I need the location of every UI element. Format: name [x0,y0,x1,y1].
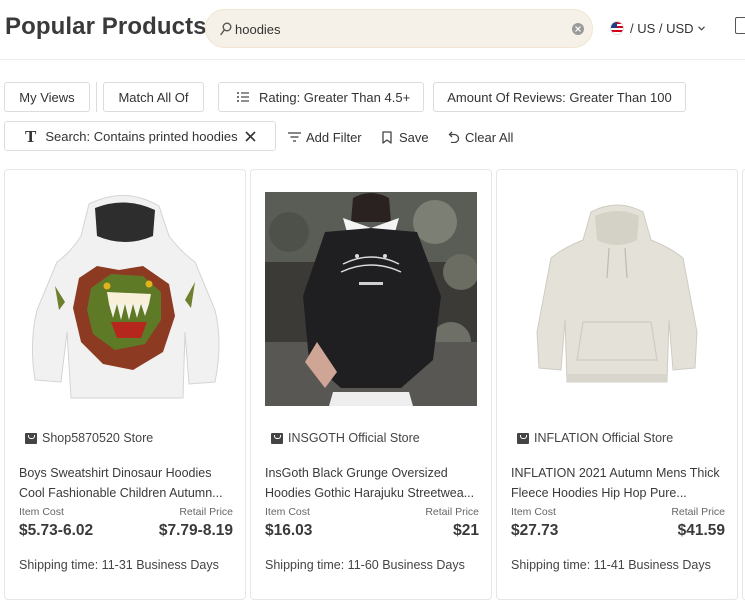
search-filter-label: Search: Contains printed hoodies [45,128,238,144]
add-filter-button[interactable]: Add Filter [288,128,362,146]
list-icon [237,92,249,102]
store-link[interactable]: INFLATION Official Store [517,430,673,446]
product-card[interactable]: INSGOTH Official Store InsGoth Black Gru… [250,169,492,600]
item-cost-label: Item Cost [19,506,64,518]
retail-price-label: Retail Price [671,506,725,518]
product-title-line2: Cool Fashionable Children Autumn... [19,486,223,500]
product-card[interactable]: INFLATION Official Store INFLATION 2021 … [496,169,738,600]
close-icon[interactable] [245,130,256,142]
store-name: INFLATION Official Store [534,431,674,445]
retail-price-label: Retail Price [179,506,233,518]
add-filter-label: Add Filter [306,129,362,145]
product-title[interactable]: Boys Sweatshirt Dinosaur Hoodies Cool Fa… [19,463,233,503]
rating-filter-label: Rating: Greater Than 4.5+ [259,89,411,105]
save-label: Save [399,129,429,145]
item-cost-label: Item Cost [265,506,310,518]
clear-all-label: Clear All [465,129,514,145]
product-title[interactable]: INFLATION 2021 Autumn Mens Thick Fleece … [511,463,725,503]
product-title-line2: Hoodies Gothic Harajuku Streetwea... [265,486,475,500]
divider [96,82,97,112]
clear-all-button[interactable]: Clear All [446,128,513,146]
filter-icon [288,132,301,142]
search-bar[interactable] [205,9,593,48]
text-type-icon: T [25,126,37,146]
product-card[interactable]: Shop5870520 Store Boys Sweatshirt Dinosa… [4,169,246,600]
product-title-line2: Fleece Hoodies Hip Hop Pure... [511,486,687,500]
product-title-line1: InsGoth Black Grunge Oversized [265,466,448,480]
store-name: INSGOTH Official Store [288,431,420,445]
product-image[interactable] [265,192,477,406]
region-label: / US / USD [630,20,694,36]
product-image[interactable] [511,192,723,406]
price-row: Item Cost Retail Price $5.73-6.02 $7.79-… [19,506,233,546]
store-name: Shop5870520 Store [42,431,154,445]
clear-search-icon[interactable] [572,23,584,35]
search-input[interactable] [235,18,555,40]
reviews-filter-label: Amount Of Reviews: Greater Than 100 [447,89,672,105]
item-cost-value: $16.03 [265,522,313,539]
product-title[interactable]: InsGoth Black Grunge Oversized Hoodies G… [265,463,479,503]
bookmark-icon [382,130,392,144]
document-icon[interactable] [735,17,745,34]
item-cost-label: Item Cost [511,506,556,518]
store-icon [517,432,529,444]
my-views-label: My Views [19,89,75,105]
rating-filter-chip[interactable]: Rating: Greater Than 4.5+ [218,82,424,112]
price-row: Item Cost Retail Price $27.73 $41.59 [511,506,725,546]
shipping-time: Shipping time: 11-41 Business Days [511,558,711,572]
retail-price-value: $21 [453,522,479,539]
my-views-button[interactable]: My Views [4,82,90,112]
store-icon [25,432,37,444]
top-header: Popular Products / US / USD [0,0,745,60]
product-image[interactable] [19,192,231,406]
retail-price-value: $41.59 [677,522,725,539]
page-title: Popular Products [5,13,207,40]
search-filter-chip[interactable]: T Search: Contains printed hoodies [4,121,276,151]
shipping-time: Shipping time: 11-60 Business Days [265,558,465,572]
shipping-time: Shipping time: 11-31 Business Days [19,558,219,572]
item-cost-value: $27.73 [511,522,559,539]
item-cost-value: $5.73-6.02 [19,522,94,539]
store-link[interactable]: Shop5870520 Store [25,430,153,446]
us-flag-icon [610,21,624,35]
store-link[interactable]: INSGOTH Official Store [271,430,420,446]
store-icon [271,432,283,444]
undo-icon [448,131,460,143]
chevron-down-icon [697,25,705,31]
match-all-label: Match All Of [118,89,189,105]
price-row: Item Cost Retail Price $16.03 $21 [265,506,479,546]
match-all-dropdown[interactable]: Match All Of [103,82,204,112]
product-title-line1: INFLATION 2021 Autumn Mens Thick [511,466,720,480]
save-button[interactable]: Save [382,128,429,146]
product-title-line1: Boys Sweatshirt Dinosaur Hoodies [19,466,212,480]
region-currency-selector[interactable]: / US / USD [610,19,705,37]
retail-price-value: $7.79-8.19 [158,522,233,539]
reviews-filter-chip[interactable]: Amount Of Reviews: Greater Than 100 [433,82,686,112]
retail-price-label: Retail Price [425,506,479,518]
search-icon [220,22,232,36]
